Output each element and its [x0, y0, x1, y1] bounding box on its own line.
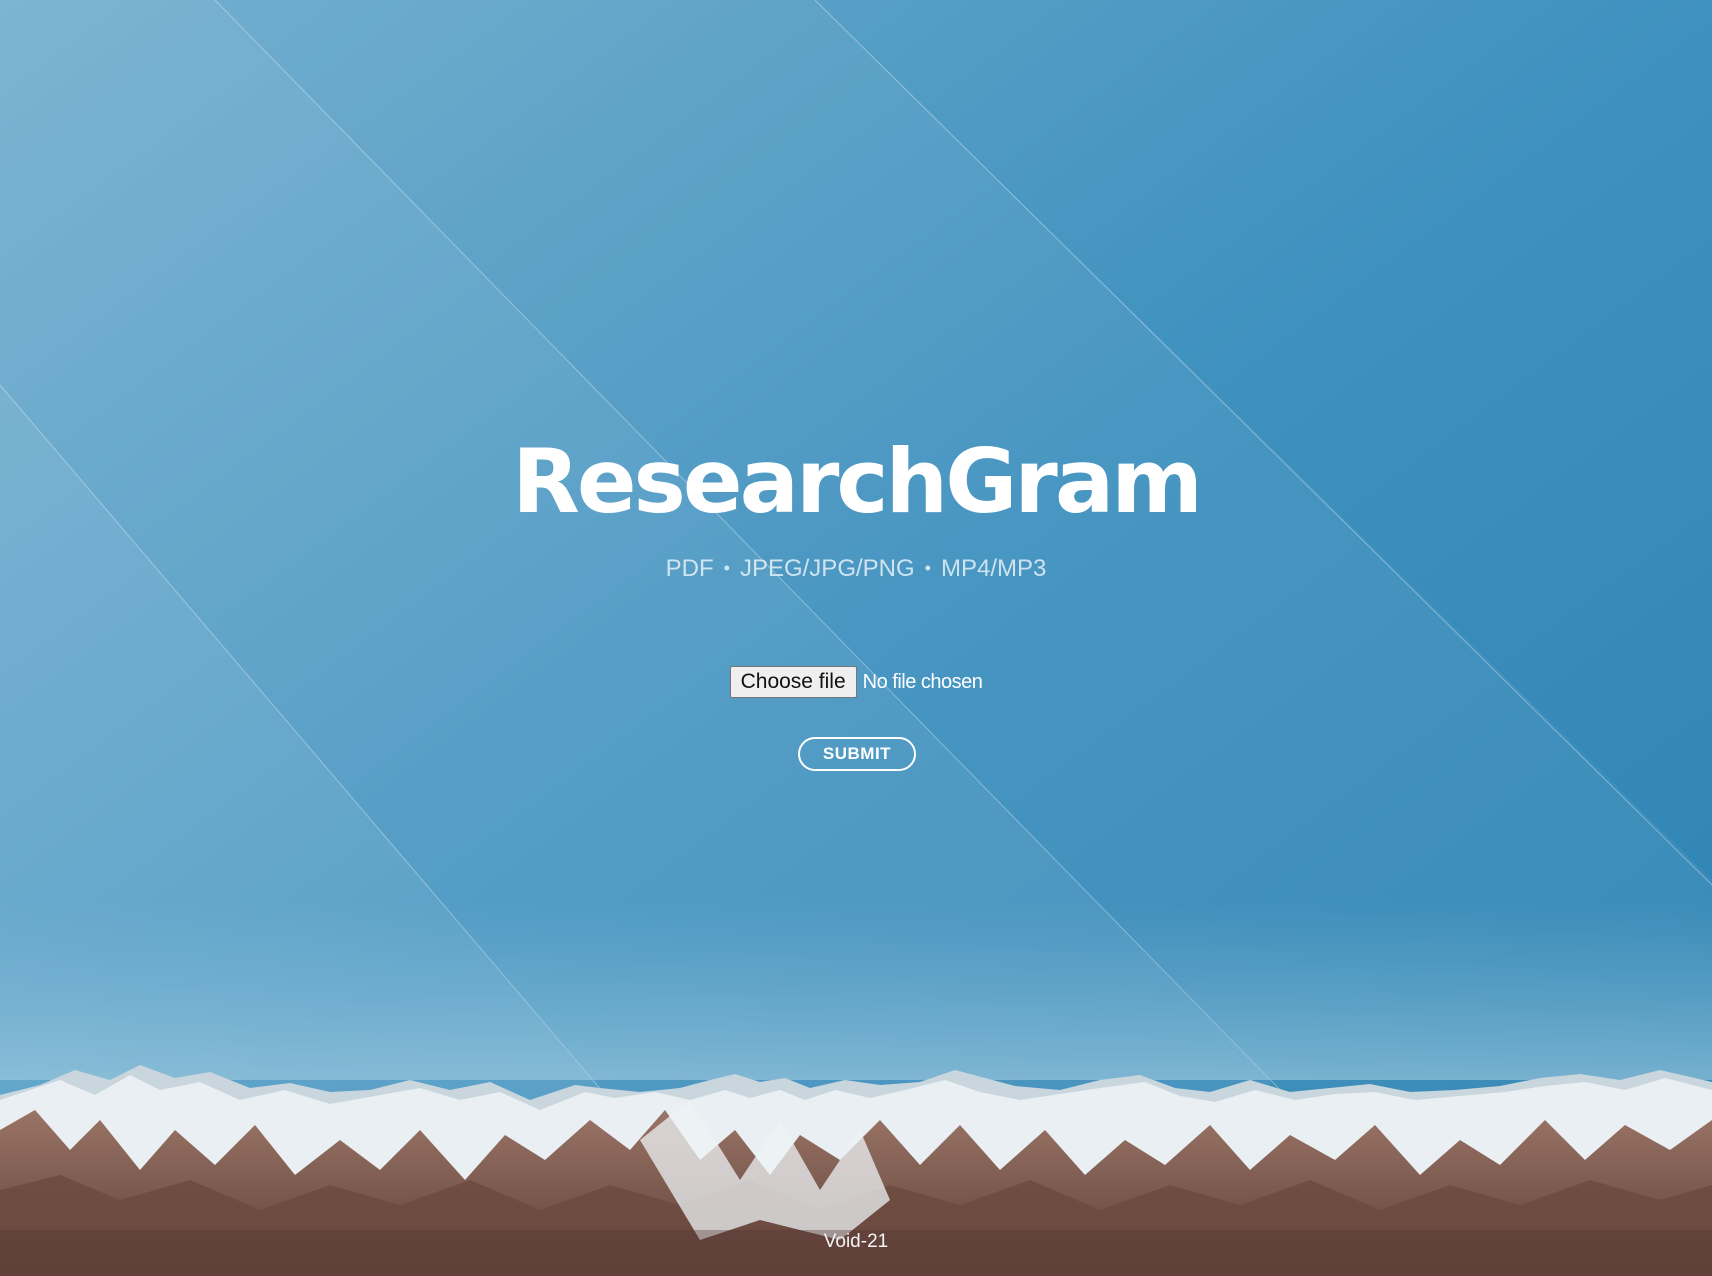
- footer-credit: Void-21: [823, 1231, 889, 1252]
- separator-dot: •: [723, 558, 730, 578]
- submit-button[interactable]: SUBMIT: [798, 737, 916, 771]
- format-pdf: PDF: [665, 555, 714, 582]
- file-input[interactable]: Choose file No file chosen: [0, 664, 1712, 699]
- supported-formats: PDF • JPEG/JPG/PNG • MP4/MP3: [0, 552, 1712, 585]
- file-status-text: No file chosen: [862, 670, 983, 693]
- choose-file-button[interactable]: Choose file: [729, 665, 857, 698]
- upload-page: ResearchGram PDF • JPEG/JPG/PNG • MP4/MP3 Ch…: [0, 0, 1712, 1276]
- format-images: JPEG/JPG/PNG: [739, 555, 915, 582]
- format-media: MP4/MP3: [940, 555, 1047, 582]
- page-title: ResearchGram: [512, 430, 1203, 533]
- separator-dot: •: [924, 558, 931, 578]
